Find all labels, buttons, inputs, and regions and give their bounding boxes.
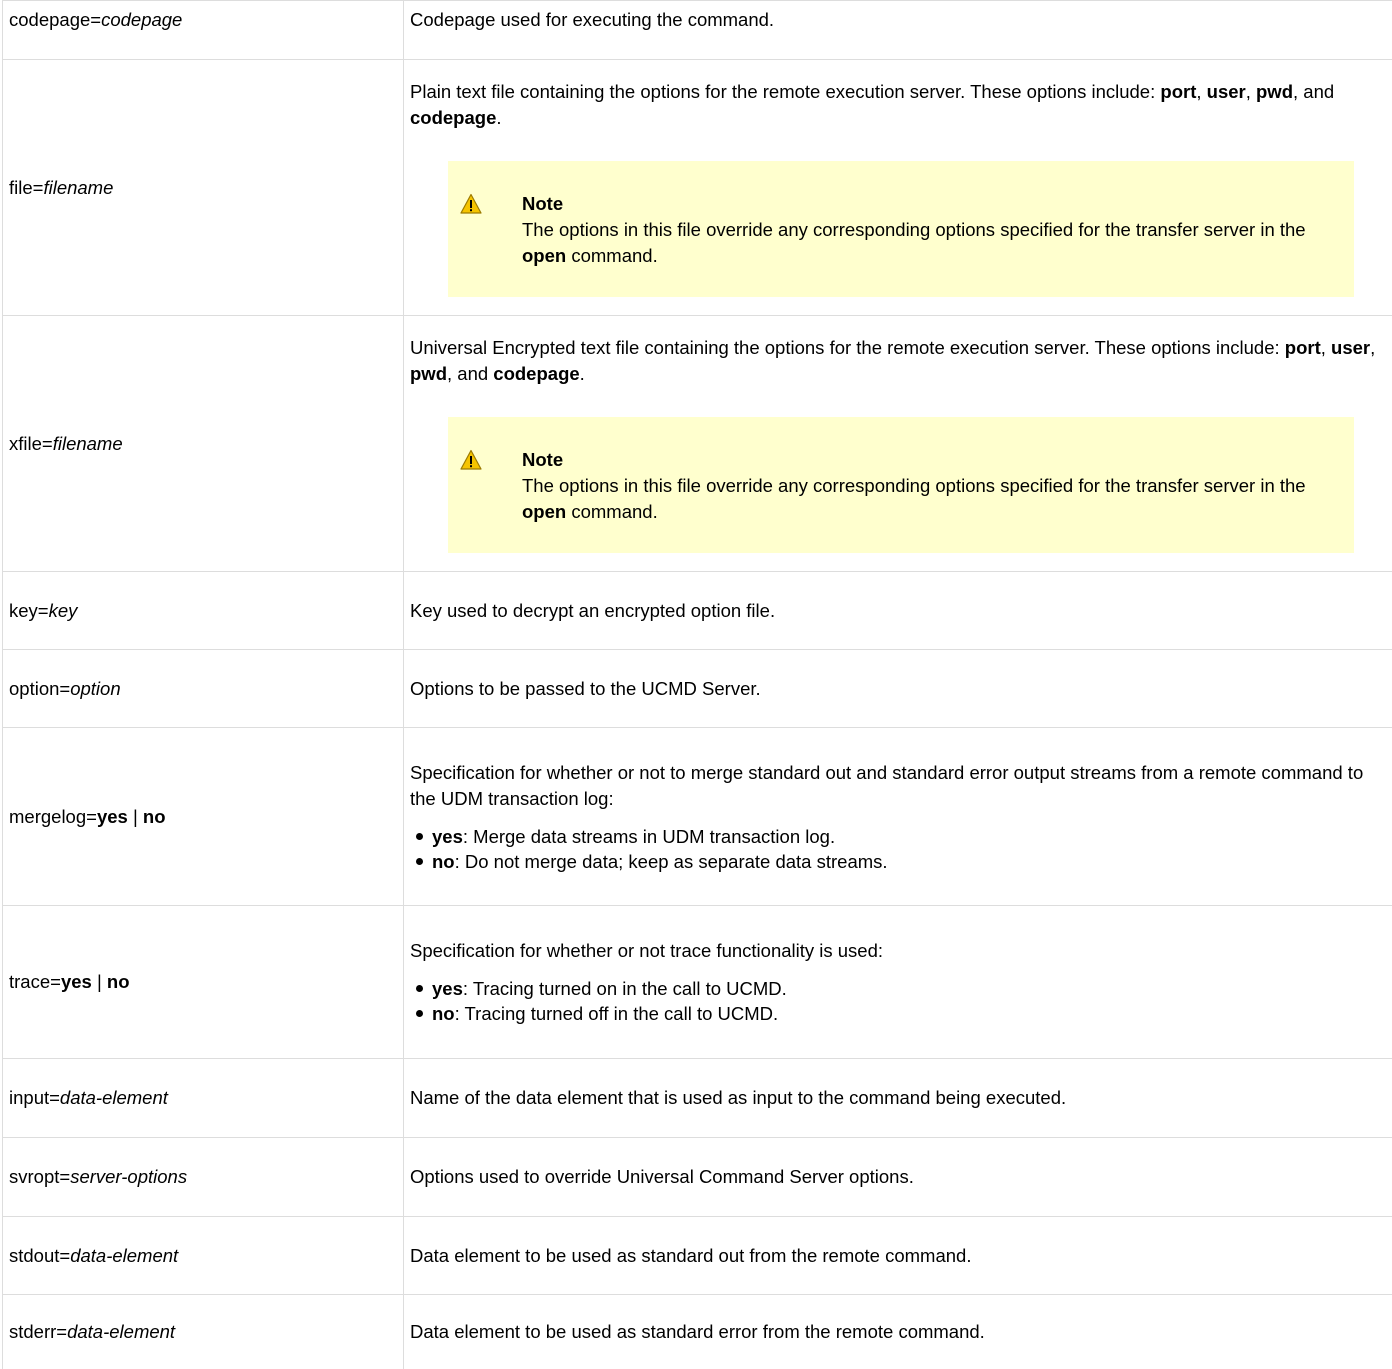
option-description: Universal Encrypted text file containing…	[404, 316, 1392, 572]
note-title: Note	[522, 191, 1324, 217]
option-name: file=filename	[3, 60, 404, 316]
option-name: key=key	[3, 572, 404, 650]
option-description: Options to be passed to the UCMD Server.	[404, 650, 1392, 728]
note-box: Note The options in this file override a…	[448, 161, 1354, 297]
option-description: Data element to be used as standard out …	[404, 1217, 1392, 1295]
table-row: trace=yes | no Specification for whether…	[3, 906, 1392, 1059]
warning-triangle-icon	[460, 193, 482, 215]
note-text: The options in this file override any co…	[522, 473, 1324, 525]
description-text: Universal Encrypted text file containing…	[410, 335, 1390, 387]
list-item: yes: Merge data streams in UDM transacti…	[410, 824, 1390, 849]
option-name: option=option	[3, 650, 404, 728]
option-name: xfile=filename	[3, 316, 404, 572]
table-row: xfile=filename Universal Encrypted text …	[3, 316, 1392, 572]
description-text: Specification for whether or not trace f…	[410, 938, 1390, 964]
option-name: stdout=data-element	[3, 1217, 404, 1295]
warning-triangle-icon	[460, 449, 482, 471]
note-text: The options in this file override any co…	[522, 217, 1324, 269]
note-box: Note The options in this file override a…	[448, 417, 1354, 553]
bullet-list: yes: Merge data streams in UDM transacti…	[410, 824, 1390, 874]
table-row: key=key Key used to decrypt an encrypted…	[3, 572, 1392, 650]
option-description: Data element to be used as standard erro…	[404, 1295, 1392, 1369]
option-name: mergelog=yes | no	[3, 728, 404, 906]
table-row: mergelog=yes | no Specification for whet…	[3, 728, 1392, 906]
option-name: input=data-element	[3, 1059, 404, 1138]
table-row: input=data-element Name of the data elem…	[3, 1059, 1392, 1138]
option-description: Specification for whether or not trace f…	[404, 906, 1392, 1059]
option-description: Options used to override Universal Comma…	[404, 1138, 1392, 1217]
table-row: option=option Options to be passed to th…	[3, 650, 1392, 728]
note-title: Note	[522, 447, 1324, 473]
list-item: yes: Tracing turned on in the call to UC…	[410, 976, 1390, 1001]
option-name: svropt=server-options	[3, 1138, 404, 1217]
option-description: Plain text file containing the options f…	[404, 60, 1392, 316]
option-description: Specification for whether or not to merg…	[404, 728, 1392, 906]
list-item: no: Do not merge data; keep as separate …	[410, 849, 1390, 874]
option-description: Name of the data element that is used as…	[404, 1059, 1392, 1138]
option-description: Key used to decrypt an encrypted option …	[404, 572, 1392, 650]
list-item: no: Tracing turned off in the call to UC…	[410, 1001, 1390, 1026]
bullet-list: yes: Tracing turned on in the call to UC…	[410, 976, 1390, 1026]
table-row: stderr=data-element Data element to be u…	[3, 1295, 1392, 1369]
table-row: stdout=data-element Data element to be u…	[3, 1217, 1392, 1295]
document-page: codepage=codepage Codepage used for exec…	[0, 0, 1392, 1368]
option-description: Codepage used for executing the command.	[404, 1, 1392, 60]
option-name: stderr=data-element	[3, 1295, 404, 1369]
description-text: Specification for whether or not to merg…	[410, 760, 1390, 812]
description-text: Plain text file containing the options f…	[410, 79, 1390, 131]
table-row: svropt=server-options Options used to ov…	[3, 1138, 1392, 1217]
option-name: trace=yes | no	[3, 906, 404, 1059]
table-row: codepage=codepage Codepage used for exec…	[3, 1, 1392, 60]
table-row: file=filename Plain text file containing…	[3, 60, 1392, 316]
options-table: codepage=codepage Codepage used for exec…	[2, 0, 1392, 1369]
option-name: codepage=codepage	[3, 1, 404, 60]
